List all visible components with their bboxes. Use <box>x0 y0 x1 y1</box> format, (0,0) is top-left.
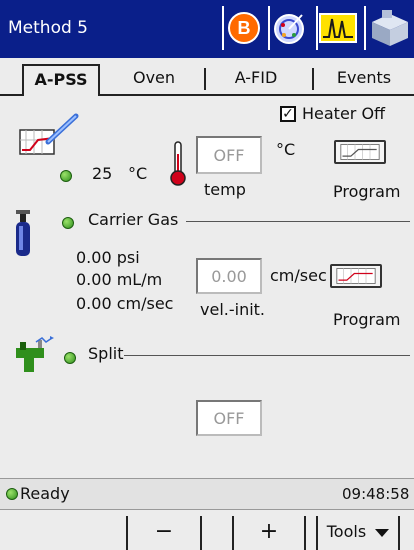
method-title: Method 5 <box>8 18 88 38</box>
temp-actual-unit: °C <box>128 164 148 183</box>
dropdown-arrow-icon <box>375 528 390 537</box>
increment-button[interactable]: + <box>232 516 306 550</box>
instrument-icon <box>372 10 408 46</box>
tab-divider <box>204 68 206 90</box>
decrement-button[interactable]: − <box>126 516 202 550</box>
tab-a-fid[interactable]: A-FID <box>208 64 304 92</box>
carrier-flow: 0.00 mL/m <box>76 270 163 289</box>
pss-panel: ✓ Heater Off 25 °C OFF °C temp Program C… <box>0 96 414 474</box>
circle-b-button[interactable]: B <box>222 6 264 50</box>
carrier-pressure: 0.00 psi <box>76 248 140 267</box>
split-valve-icon <box>16 336 54 372</box>
instrument-button[interactable] <box>364 6 414 50</box>
tab-a-pss[interactable]: A-PSS <box>22 64 100 96</box>
svg-text:B: B <box>238 18 251 38</box>
tab-events[interactable]: Events <box>316 64 412 92</box>
tools-label: Tools <box>326 522 367 541</box>
heater-off-checkbox[interactable]: ✓ <box>280 106 296 122</box>
tools-menu-button[interactable]: Tools <box>316 516 400 550</box>
tab-divider <box>312 68 314 90</box>
velocity-unit: cm/sec <box>270 266 327 285</box>
temp-program-label[interactable]: Program <box>333 182 401 201</box>
status-text: Ready <box>20 484 70 503</box>
temp-program-button[interactable] <box>334 140 386 164</box>
temp-program-graph-icon <box>19 113 79 155</box>
status-bar: Ready 09:48:58 <box>0 478 414 510</box>
velocity-init-field[interactable]: 0.00 <box>196 258 262 294</box>
tab-bar: A-PSS Oven A-FID Events <box>0 58 414 96</box>
tab-oven[interactable]: Oven <box>112 64 196 92</box>
carrier-program-label[interactable]: Program <box>333 310 401 329</box>
split-field[interactable]: OFF <box>196 400 262 436</box>
app-window: Method 5 B A-PSS Oven A-FID Events ✓ Hea… <box>0 0 414 550</box>
temp-status-led <box>60 170 72 182</box>
temp-caption: temp <box>204 180 246 199</box>
ready-status-led <box>6 488 18 500</box>
split-label: Split <box>88 344 124 363</box>
heater-off-label: Heater Off <box>302 104 386 123</box>
temp-setpoint-field[interactable]: OFF <box>196 136 262 174</box>
split-status-led <box>64 352 76 364</box>
signal-button[interactable] <box>316 6 358 50</box>
circle-b-icon: B <box>228 12 260 44</box>
dial-button[interactable] <box>268 6 310 50</box>
carrier-program-button[interactable] <box>330 264 382 288</box>
temp-setpoint-unit: °C <box>276 140 296 159</box>
temp-actual-value: 25 <box>92 164 113 183</box>
bottom-toolbar: − + Tools <box>0 510 414 550</box>
status-time: 09:48:58 <box>342 485 410 503</box>
carrier-gas-label: Carrier Gas <box>88 210 179 229</box>
thermometer-icon <box>170 141 186 186</box>
title-bar: Method 5 B <box>0 0 414 58</box>
carrier-velocity: 0.00 cm/sec <box>76 294 174 313</box>
carrier-divider <box>186 221 410 222</box>
split-divider <box>124 355 410 356</box>
dial-icon <box>274 14 304 44</box>
signal-wave-icon <box>319 13 357 43</box>
carrier-status-led <box>62 217 74 229</box>
gas-cylinder-icon <box>16 210 30 256</box>
velocity-caption: vel.-init. <box>200 300 266 319</box>
